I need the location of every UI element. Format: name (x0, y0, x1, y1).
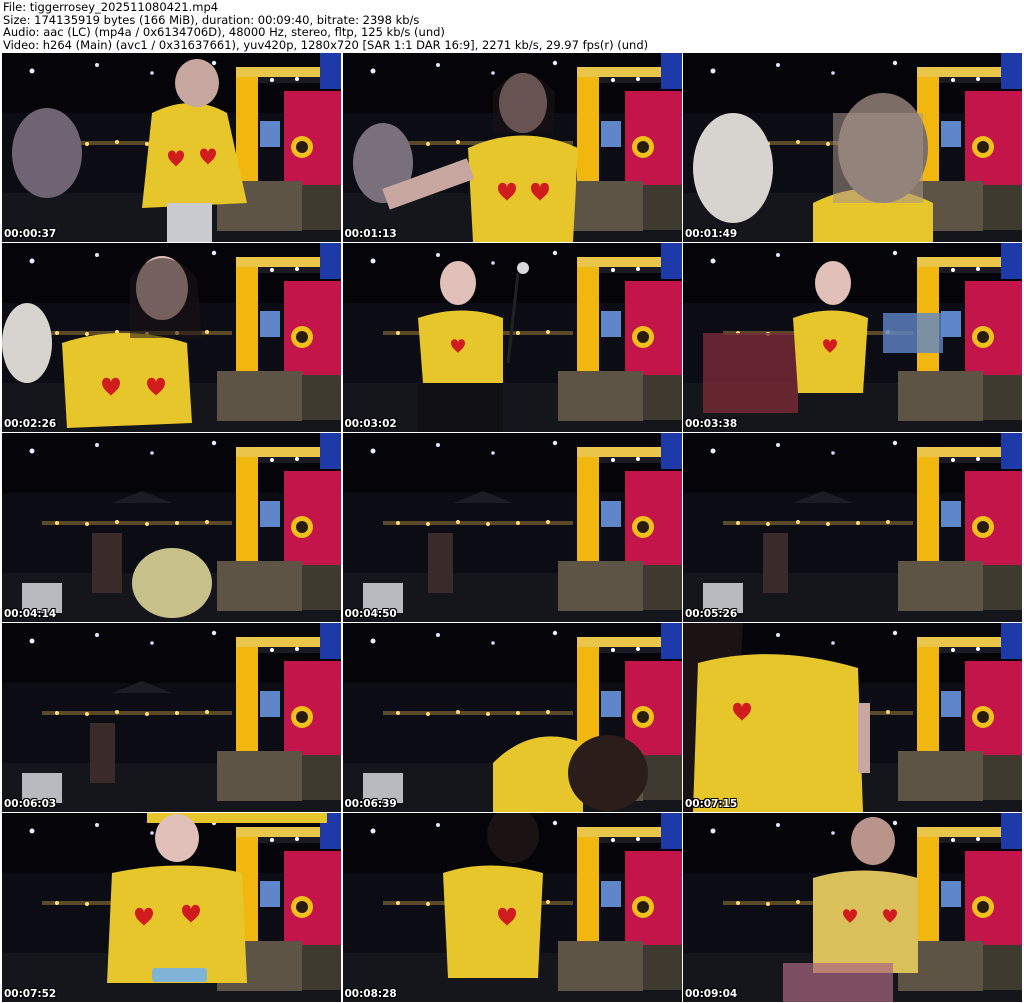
video-thumbnail: 00:07:52 (2, 813, 341, 1002)
thumbnail-grid: 00:00:37 00:01:13 00:01:49 00:02:26 00:0… (2, 53, 1022, 1002)
thumbnail-image (2, 433, 341, 622)
file-info-header: File: tiggerrosey_202511080421.mp4 Size:… (3, 1, 1021, 52)
thumbnail-timestamp: 00:03:38 (685, 418, 738, 430)
video-thumbnail: 00:06:03 (2, 623, 341, 812)
thumbnail-image (343, 813, 682, 1002)
thumbnail-timestamp: 00:06:39 (344, 798, 397, 810)
file-name-line: File: tiggerrosey_202511080421.mp4 (3, 1, 219, 14)
thumbnail-image (683, 433, 1022, 622)
video-thumbnail: 00:03:02 (342, 243, 682, 432)
thumbnail-image (683, 813, 1022, 1002)
video-thumbnail: 00:04:50 (342, 433, 682, 622)
video-thumbnail: 00:01:49 (683, 53, 1022, 242)
thumbnail-image (343, 623, 682, 812)
thumbnail-image (2, 243, 341, 432)
thumbnail-timestamp: 00:01:13 (344, 228, 397, 240)
thumbnail-timestamp: 00:02:26 (4, 418, 57, 430)
thumbnail-timestamp: 00:08:28 (344, 988, 397, 1000)
video-thumbnail: 00:08:28 (342, 813, 682, 1002)
video-thumbnail: 00:04:14 (2, 433, 341, 622)
video-thumbnail: 00:00:37 (2, 53, 341, 242)
thumbnail-image (2, 623, 341, 812)
thumbnail-image (343, 243, 682, 432)
thumbnail-timestamp: 00:07:52 (4, 988, 57, 1000)
thumbnail-image (2, 53, 341, 242)
video-info-line: Video: h264 (Main) (avc1 / 0x31637661), … (3, 39, 649, 52)
contact-sheet: File: tiggerrosey_202511080421.mp4 Size:… (0, 0, 1024, 1003)
thumbnail-timestamp: 00:06:03 (4, 798, 57, 810)
video-thumbnail: 00:03:38 (683, 243, 1022, 432)
thumbnail-timestamp: 00:00:37 (4, 228, 57, 240)
video-thumbnail: 00:01:13 (342, 53, 682, 242)
video-thumbnail: 00:05:26 (683, 433, 1022, 622)
thumbnail-timestamp: 00:07:15 (685, 798, 738, 810)
thumbnail-image (683, 53, 1022, 242)
file-size-line: Size: 174135919 bytes (166 MiB), duratio… (3, 13, 420, 27)
thumbnail-timestamp: 00:04:14 (4, 608, 57, 620)
thumbnail-image (683, 623, 1022, 812)
video-thumbnail: 00:06:39 (342, 623, 682, 812)
thumbnail-timestamp: 00:05:26 (685, 608, 738, 620)
thumbnail-image (343, 53, 682, 242)
video-thumbnail: 00:09:04 (683, 813, 1022, 1002)
thumbnail-image (2, 813, 341, 1002)
video-thumbnail: 00:07:15 (683, 623, 1022, 812)
thumbnail-timestamp: 00:04:50 (344, 608, 397, 620)
thumbnail-timestamp: 00:01:49 (685, 228, 738, 240)
thumbnail-timestamp: 00:09:04 (685, 988, 738, 1000)
thumbnail-image (683, 243, 1022, 432)
video-thumbnail: 00:02:26 (2, 243, 341, 432)
audio-info-line: Audio: aac (LC) (mp4a / 0x6134706D), 480… (3, 26, 445, 40)
thumbnail-timestamp: 00:03:02 (344, 418, 397, 430)
thumbnail-image (343, 433, 682, 622)
